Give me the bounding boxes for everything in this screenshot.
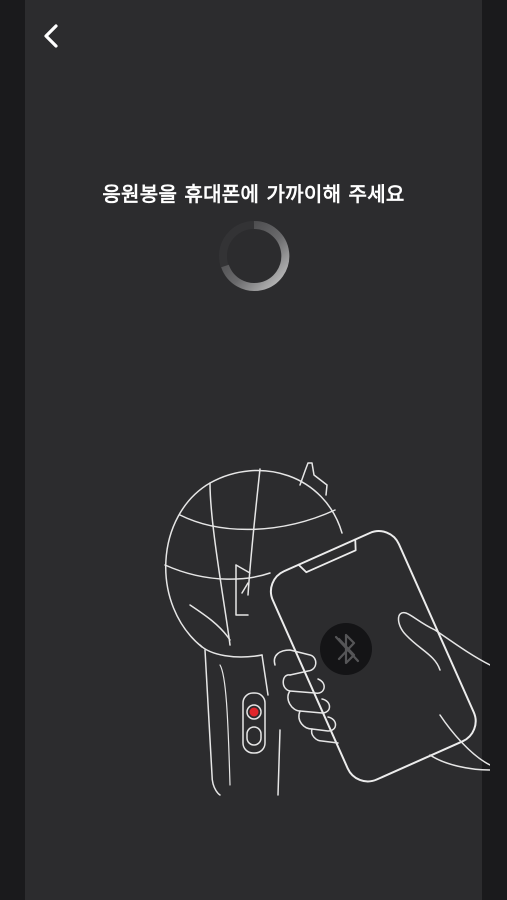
lightstick-phone-illustration <box>150 455 491 800</box>
page-title: 응원봉을 휴대폰에 가까이해 주세요 <box>102 182 405 206</box>
app-screen: 응원봉을 휴대폰에 가까이해 주세요 <box>0 0 507 900</box>
chevron-left-icon <box>44 24 58 48</box>
back-button[interactable] <box>36 18 68 54</box>
loading-spinner <box>216 218 292 294</box>
bluetooth-off-icon <box>320 623 372 675</box>
